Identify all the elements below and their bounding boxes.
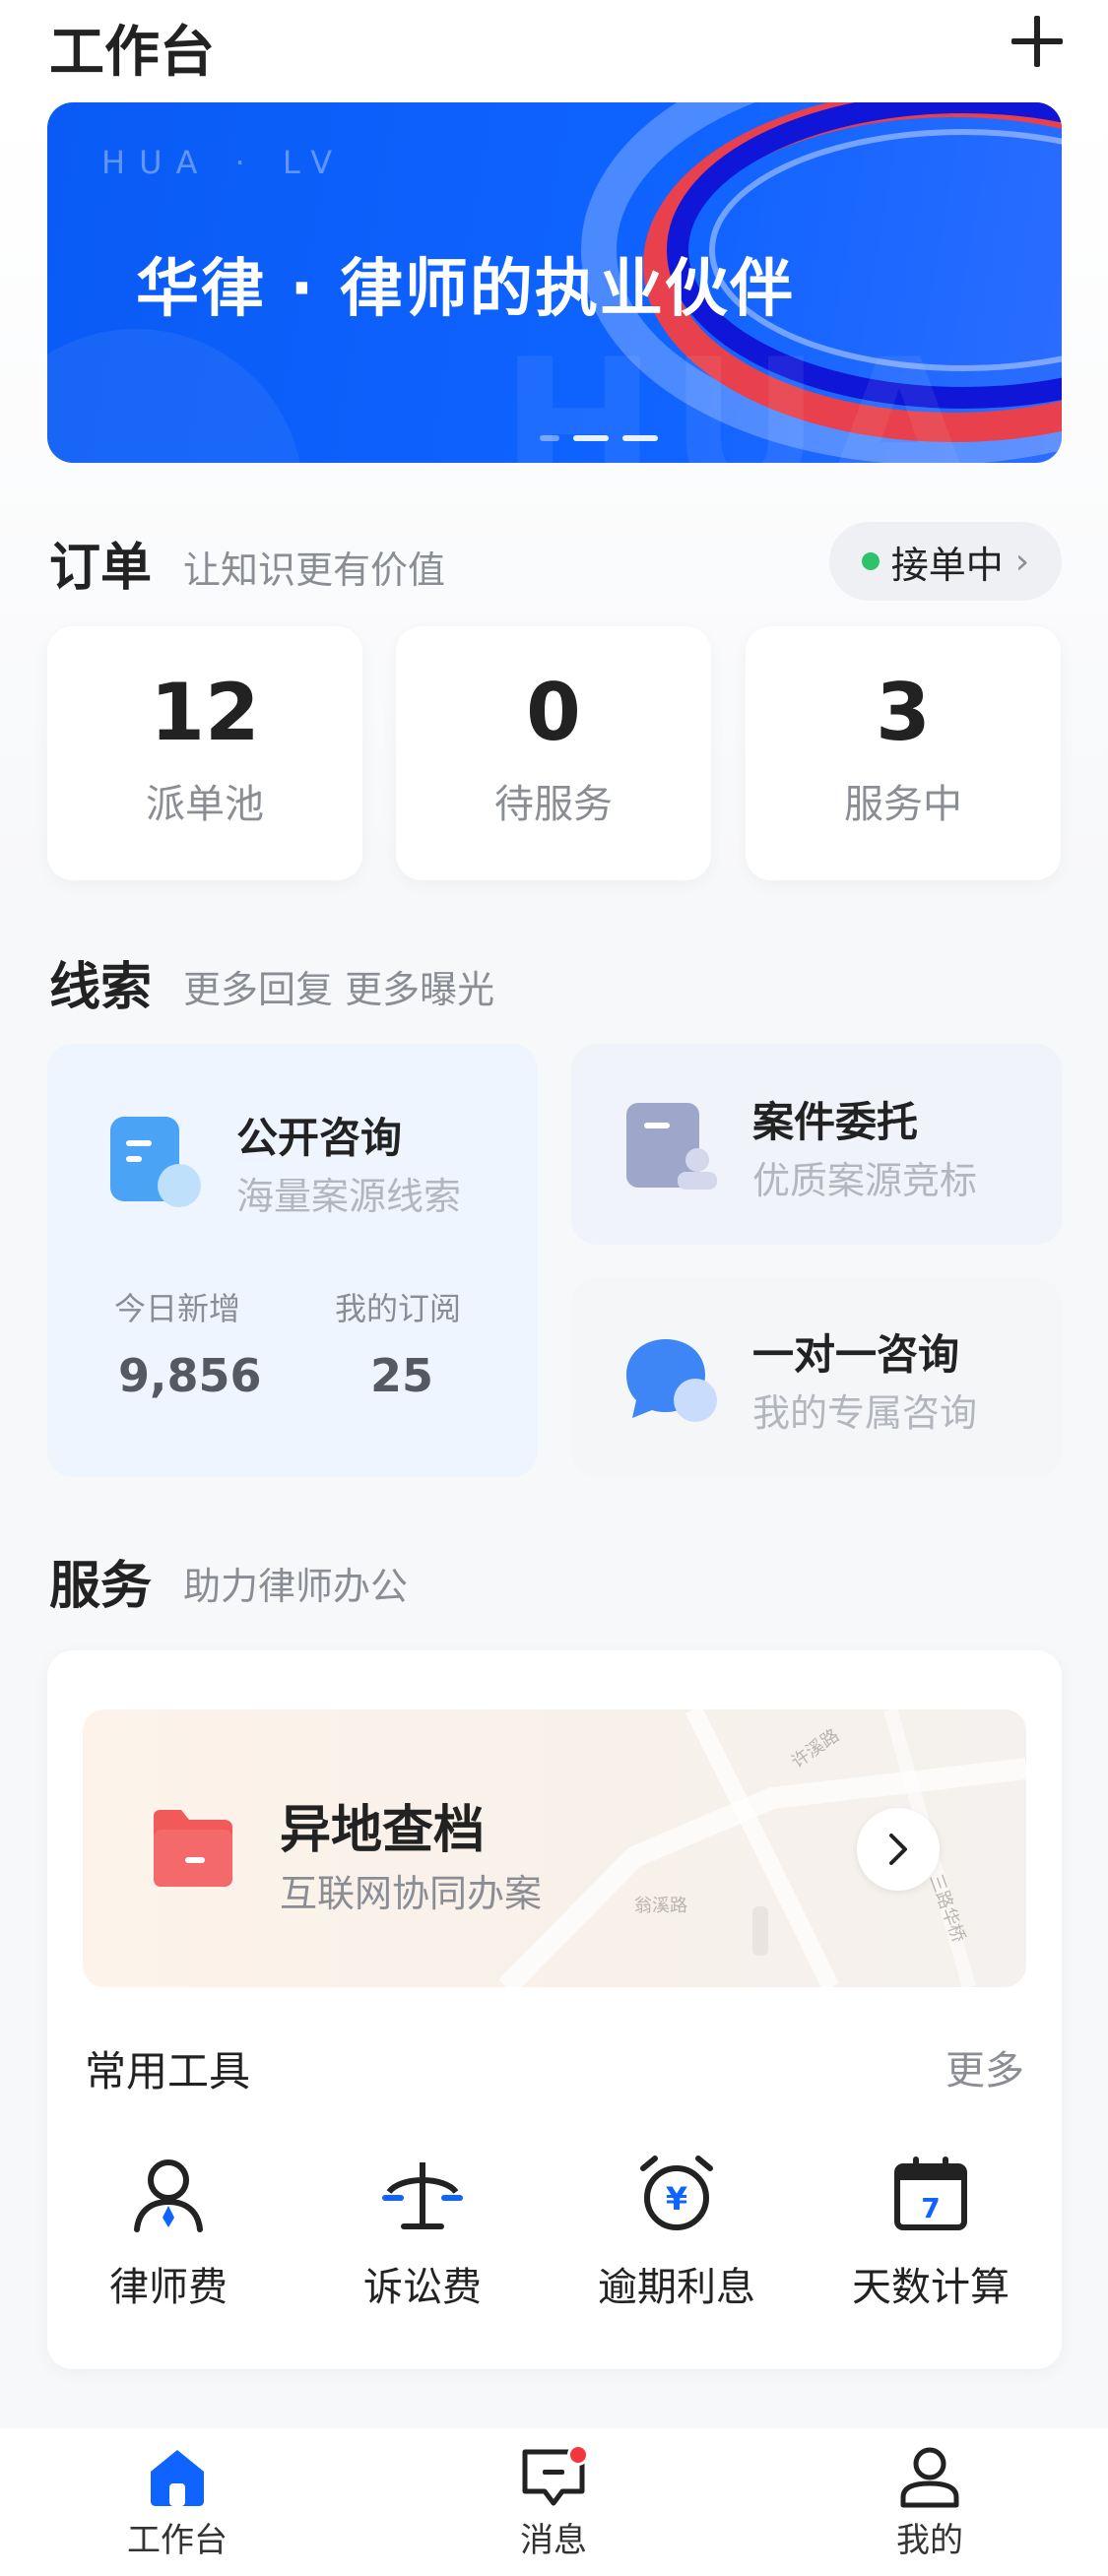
today-new-value: 9,856 xyxy=(118,1349,262,1402)
card-title: 公开咨询 xyxy=(236,1114,403,1162)
map-label: 翁溪路 xyxy=(634,1896,687,1916)
svg-text:¥: ¥ xyxy=(666,2180,687,2218)
home-icon xyxy=(151,2450,204,2506)
tool-day-calculator[interactable]: 7 天数计算 xyxy=(822,2153,1039,2312)
stat-in-service[interactable]: 3 服务中 xyxy=(746,626,1061,880)
map-label: 三路华桥 xyxy=(925,1872,968,1946)
remote-archive-title: 异地查档 xyxy=(280,1801,486,1860)
stat-label: 服务中 xyxy=(844,782,962,827)
case-entrust-card[interactable]: 案件委托 优质案源竞标 xyxy=(571,1044,1062,1245)
orders-subtitle: 让知识更有价值 xyxy=(183,548,446,592)
service-title: 服务 xyxy=(49,1557,153,1616)
stat-label: 派单池 xyxy=(146,782,264,827)
scale-icon xyxy=(382,2162,463,2229)
chat-bubble-icon xyxy=(626,1339,717,1422)
tool-label: 律师费 xyxy=(109,2265,228,2310)
tool-lawyer-fee[interactable]: 律师费 xyxy=(60,2153,277,2312)
tool-overdue-interest[interactable]: ¥ 逾期利息 xyxy=(568,2153,785,2312)
pagination-dot xyxy=(540,435,559,441)
tab-label: 工作台 xyxy=(127,2521,228,2560)
orders-title: 订单 xyxy=(49,539,153,598)
user-icon xyxy=(900,2447,959,2508)
case-document-icon xyxy=(626,1103,717,1190)
stat-value: 12 xyxy=(150,667,260,758)
bottom-tab-bar: 工作台 消息 我的 xyxy=(0,2428,1108,2576)
accepting-status-toggle[interactable]: 接单中 › xyxy=(829,522,1062,601)
tab-workbench[interactable]: 工作台 xyxy=(79,2442,276,2561)
clues-subtitle: 更多回复 更多曝光 xyxy=(183,968,495,1011)
map-label: 许溪路 xyxy=(788,1725,843,1772)
service-subtitle: 助力律师办公 xyxy=(183,1565,409,1608)
stat-dispatch-pool[interactable]: 12 派单池 xyxy=(47,626,362,880)
calendar-icon: 7 xyxy=(894,2157,967,2230)
tab-label: 我的 xyxy=(896,2521,963,2560)
card-subtitle: 海量案源线索 xyxy=(236,1175,462,1218)
remote-archive-subtitle: 互联网协同办案 xyxy=(280,1872,543,1915)
document-chat-icon xyxy=(110,1117,201,1207)
chevron-right-icon: › xyxy=(1014,541,1030,582)
tool-litigation-fee[interactable]: 诉讼费 xyxy=(314,2153,531,2312)
tools-more-link[interactable]: 更多 xyxy=(945,2038,1024,2095)
lawyer-icon xyxy=(134,2159,203,2232)
banner-tag: HUA · LV xyxy=(101,144,347,181)
stat-label: 待服务 xyxy=(494,782,613,827)
clues-title: 线索 xyxy=(49,958,153,1017)
banner-pagination xyxy=(540,435,658,441)
status-label: 接单中 xyxy=(890,543,1004,587)
one-on-one-card[interactable]: 一对一咨询 我的专属咨询 xyxy=(571,1278,1062,1477)
banner-headline: 华律 · 律师的执业伙伴 xyxy=(136,253,795,326)
unread-badge xyxy=(567,2444,589,2466)
remote-archive-card[interactable]: 许溪路 翁溪路 三路华桥 异地查档 互联网协同办案 xyxy=(83,1709,1026,1987)
public-consult-card[interactable]: 公开咨询 海量案源线索 今日新增 9,856 我的订阅 25 xyxy=(47,1044,538,1477)
tab-messages[interactable]: 消息 xyxy=(455,2442,652,2561)
stat-value: 0 xyxy=(526,667,581,758)
card-subtitle: 我的专属咨询 xyxy=(752,1391,978,1435)
banner-watermark: HUA LV xyxy=(500,319,984,463)
page-title: 工作台 xyxy=(49,21,215,85)
tool-label: 逾期利息 xyxy=(598,2265,755,2310)
promo-banner[interactable]: HUA LV HUA · LV 华律 · 律师的执业伙伴 xyxy=(47,102,1062,463)
my-subscription-value: 25 xyxy=(370,1349,434,1402)
service-panel: 许溪路 翁溪路 三路华桥 异地查档 互联网协同办案 常用工具 更多 律师费 诉讼… xyxy=(47,1650,1062,2369)
stat-pending-service[interactable]: 0 待服务 xyxy=(396,626,711,880)
header: 工作台 xyxy=(0,0,1108,94)
pagination-dot-active xyxy=(573,435,609,441)
card-subtitle: 优质案源竞标 xyxy=(752,1159,978,1202)
tab-label: 消息 xyxy=(520,2521,587,2560)
status-dot xyxy=(861,552,880,570)
tool-label: 诉讼费 xyxy=(363,2265,482,2310)
remote-archive-go-button[interactable] xyxy=(857,1808,940,1891)
tools-title: 常用工具 xyxy=(85,2047,251,2095)
calendar-day: 7 xyxy=(921,2192,940,2224)
pagination-dot xyxy=(622,435,658,441)
tool-label: 天数计算 xyxy=(852,2265,1010,2310)
add-icon[interactable] xyxy=(1008,12,1067,71)
chevron-right-icon xyxy=(889,1834,907,1865)
card-title: 案件委托 xyxy=(752,1098,919,1146)
stat-value: 3 xyxy=(876,667,931,758)
alarm-clock-icon: ¥ xyxy=(640,2156,713,2230)
card-title: 一对一咨询 xyxy=(752,1330,960,1379)
tab-mine[interactable]: 我的 xyxy=(831,2442,1028,2561)
today-new-label: 今日新增 xyxy=(114,1290,241,1327)
my-subscription-label: 我的订阅 xyxy=(335,1290,462,1327)
folder-icon xyxy=(154,1810,232,1887)
